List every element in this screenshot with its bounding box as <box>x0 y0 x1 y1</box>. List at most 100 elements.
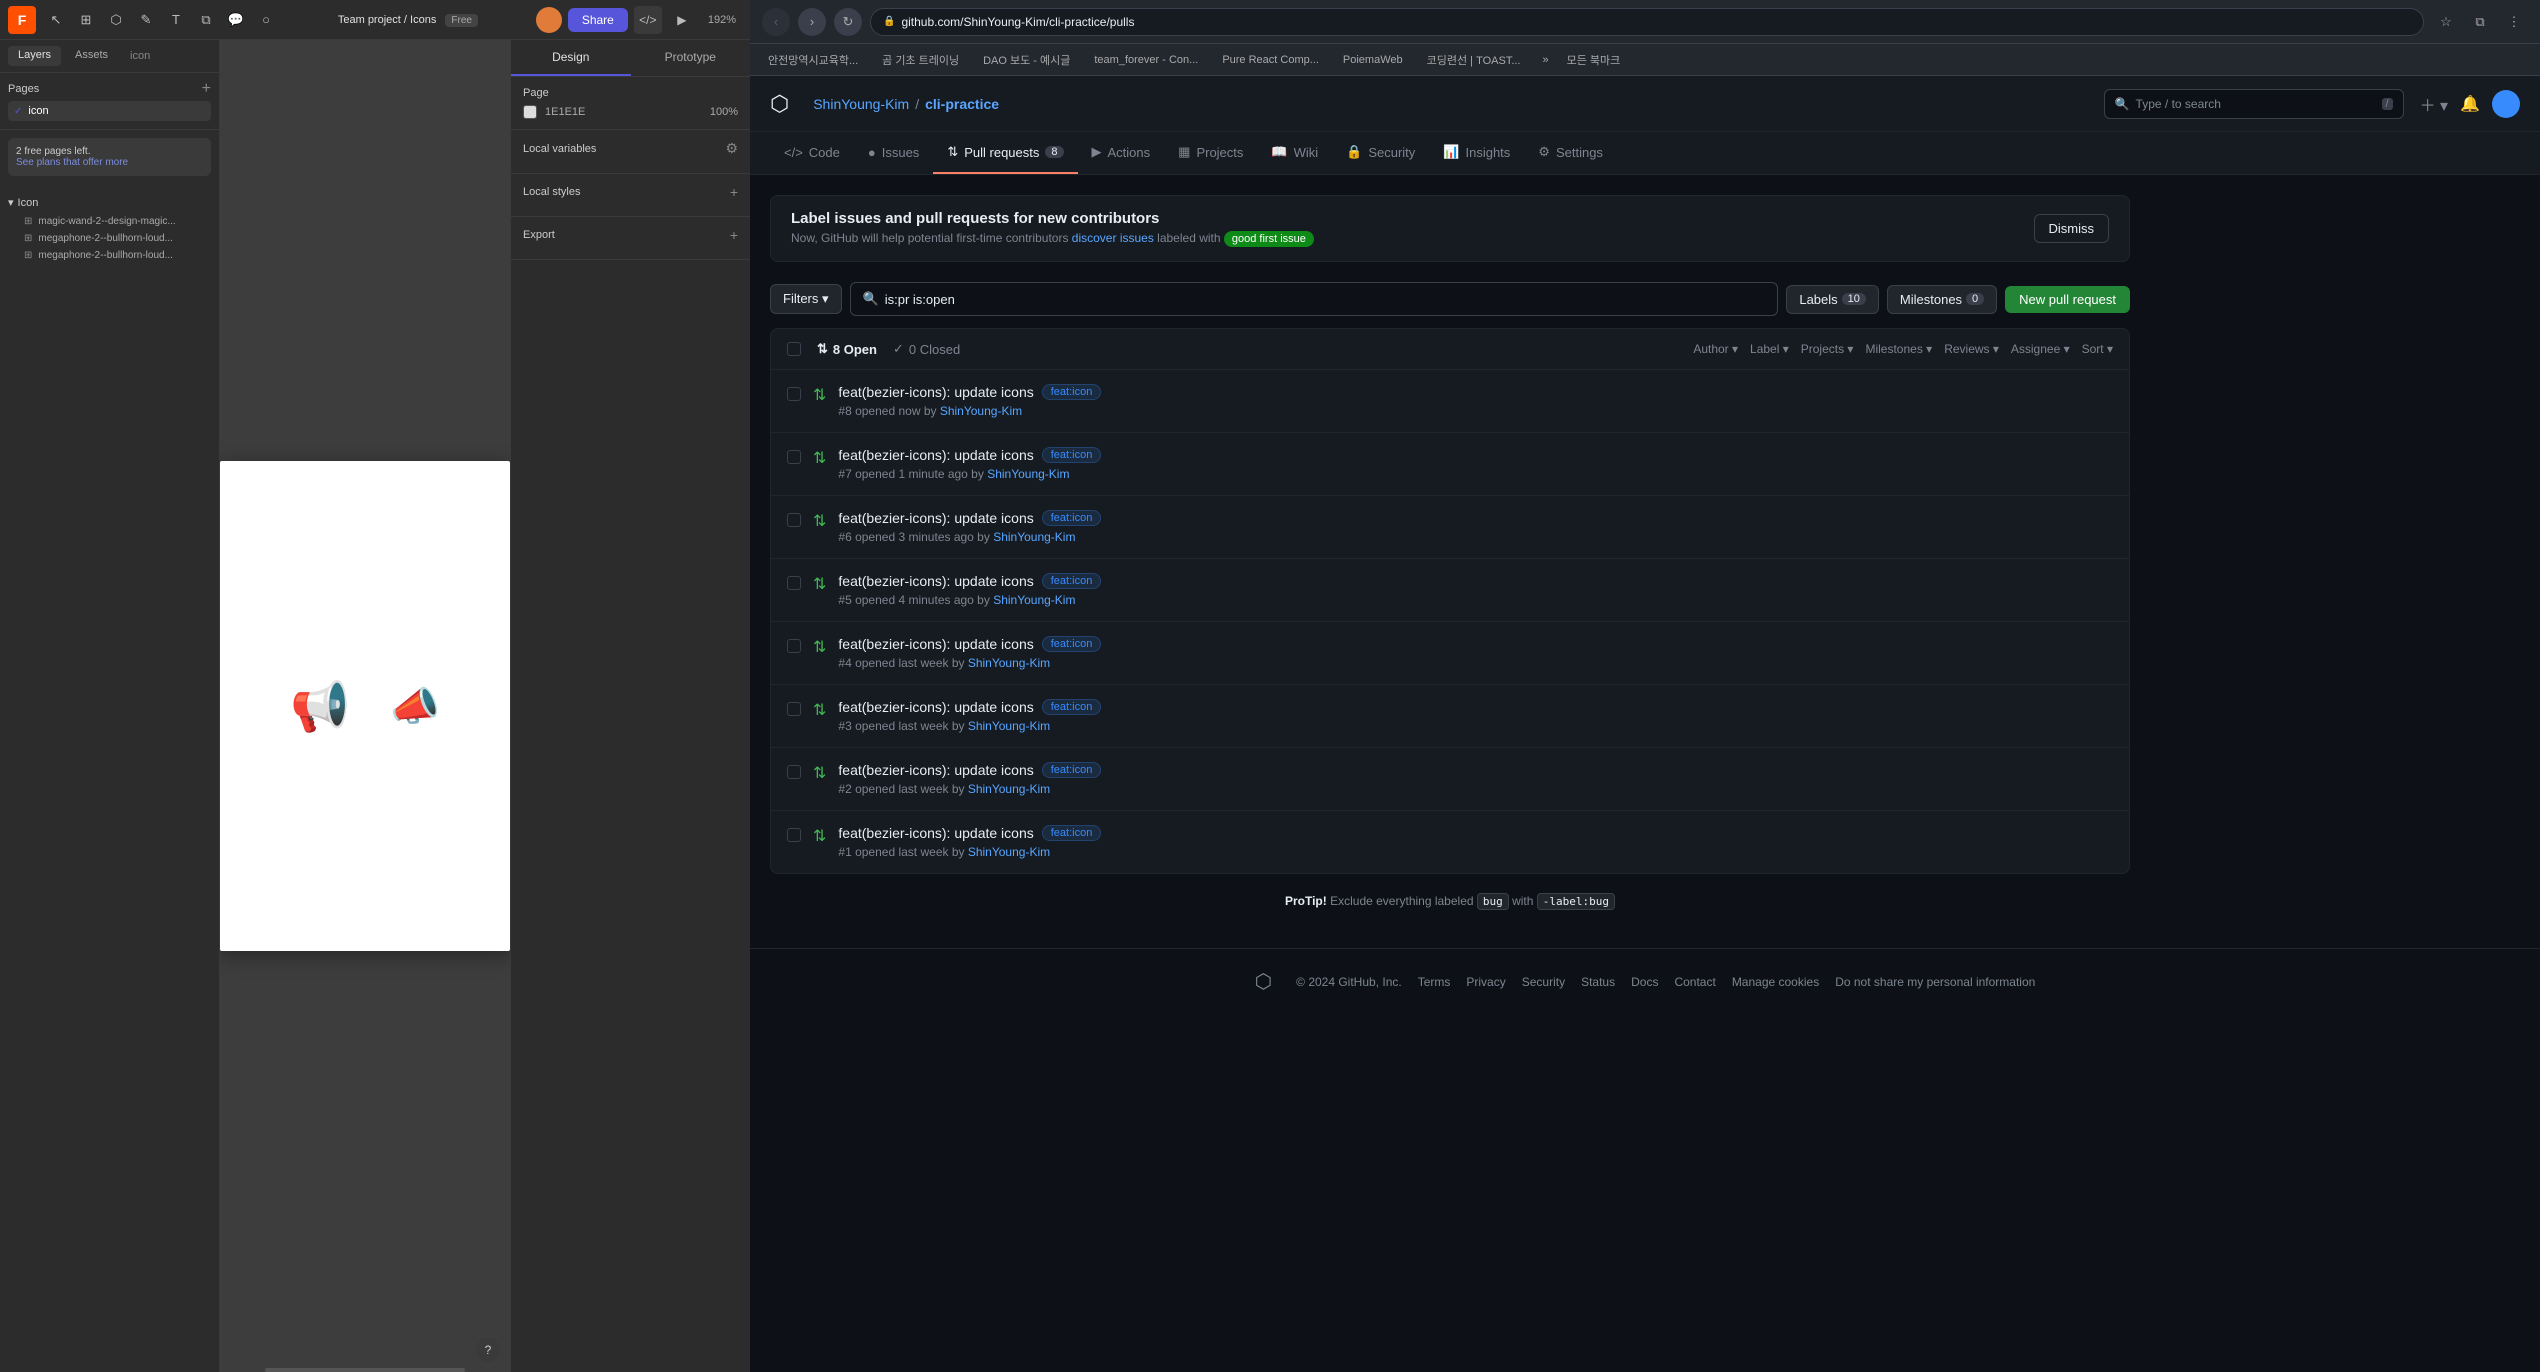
extensions-button[interactable]: ⧉ <box>2466 8 2494 36</box>
tab-prototype[interactable]: Prototype <box>631 40 751 76</box>
bookmark-button[interactable]: ☆ <box>2432 8 2460 36</box>
pr-item-7[interactable]: ⇅ feat(bezier-icons): update icons feat:… <box>771 433 2129 496</box>
pr-author-2[interactable]: ShinYoung-Kim <box>968 782 1050 796</box>
sort-sort[interactable]: Sort ▾ <box>2082 342 2113 356</box>
share-button[interactable]: Share <box>568 8 628 32</box>
tab-layers[interactable]: Layers <box>8 46 61 66</box>
tab-design[interactable]: Design <box>511 40 631 76</box>
pr-tag-3[interactable]: feat:icon <box>1042 699 1102 715</box>
back-button[interactable]: ‹ <box>762 8 790 36</box>
pr-title-1[interactable]: feat(bezier-icons): update icons <box>838 825 1033 841</box>
pr-checkbox-6[interactable] <box>787 513 801 527</box>
pr-author-6[interactable]: ShinYoung-Kim <box>993 530 1075 544</box>
pr-checkbox-8[interactable] <box>787 387 801 401</box>
pr-tag-8[interactable]: feat:icon <box>1042 384 1102 400</box>
bookmark-all[interactable]: 모든 북마크 <box>1561 50 1627 70</box>
ellipse-tool[interactable]: ○ <box>252 6 280 34</box>
footer-link-privacy-data[interactable]: Do not share my personal information <box>1835 975 2035 989</box>
figma-canvas[interactable]: 📢 📣 ? <box>220 40 510 1372</box>
tab-code[interactable]: </> Code <box>770 132 854 174</box>
bookmark-1[interactable]: 곰 기초 트레이닝 <box>876 50 965 70</box>
repo-name[interactable]: cli-practice <box>925 96 999 112</box>
github-avatar[interactable] <box>2492 90 2520 118</box>
local-variables-action[interactable]: ⚙ <box>725 140 738 157</box>
browser-url-bar[interactable]: 🔒 github.com/ShinYoung-Kim/cli-practice/… <box>870 8 2424 36</box>
pr-author-7[interactable]: ShinYoung-Kim <box>987 467 1069 481</box>
pr-checkbox-3[interactable] <box>787 702 801 716</box>
reload-button[interactable]: ↻ <box>834 8 862 36</box>
play-button[interactable]: ▶ <box>668 6 696 34</box>
pr-title-6[interactable]: feat(bezier-icons): update icons <box>838 510 1033 526</box>
tab-projects[interactable]: ▦ Projects <box>1164 132 1257 174</box>
pr-title-5[interactable]: feat(bezier-icons): update icons <box>838 573 1033 589</box>
bookmark-5[interactable]: PoiemaWeb <box>1337 52 1409 68</box>
bookmark-6[interactable]: 코딩련선 | TOAST... <box>1421 50 1527 70</box>
pr-author-8[interactable]: ShinYoung-Kim <box>940 404 1022 418</box>
sort-label[interactable]: Label ▾ <box>1750 342 1789 356</box>
sort-reviews[interactable]: Reviews ▾ <box>1944 342 1999 356</box>
pr-title-2[interactable]: feat(bezier-icons): update icons <box>838 762 1033 778</box>
tab-insights[interactable]: 📊 Insights <box>1429 132 1524 174</box>
pen-tool[interactable]: ✎ <box>132 6 160 34</box>
bookmark-0[interactable]: 안전망역시교육학... <box>762 50 864 70</box>
add-local-style-button[interactable]: + <box>730 184 738 200</box>
protip-code-link[interactable]: -label:bug <box>1537 894 1615 908</box>
pr-item-3[interactable]: ⇅ feat(bezier-icons): update icons feat:… <box>771 685 2129 748</box>
sort-assignee[interactable]: Assignee ▾ <box>2011 342 2070 356</box>
frame-tool[interactable]: ⊞ <box>72 6 100 34</box>
plus-icon[interactable]: ＋ ▾ <box>2420 92 2448 116</box>
pr-title-7[interactable]: feat(bezier-icons): update icons <box>838 447 1033 463</box>
pr-item-1[interactable]: ⇅ feat(bezier-icons): update icons feat:… <box>771 811 2129 873</box>
user-avatar[interactable] <box>536 7 562 33</box>
transform-tool[interactable]: ⬡ <box>102 6 130 34</box>
add-export-button[interactable]: + <box>730 227 738 243</box>
select-all-checkbox[interactable] <box>787 342 801 356</box>
pr-author-3[interactable]: ShinYoung-Kim <box>968 719 1050 733</box>
tab-pull-requests[interactable]: ⇅ Pull requests 8 <box>933 132 1077 174</box>
closed-prs-count[interactable]: ✓ 0 Closed <box>893 341 960 357</box>
footer-link-security[interactable]: Security <box>1522 975 1565 989</box>
footer-link-contact[interactable]: Contact <box>1674 975 1715 989</box>
figma-logo[interactable]: F <box>8 6 36 34</box>
hand-tool[interactable]: ⧉ <box>192 6 220 34</box>
footer-link-terms[interactable]: Terms <box>1418 975 1451 989</box>
sort-milestones[interactable]: Milestones ▾ <box>1865 342 1932 356</box>
filter-button[interactable]: Filters ▾ <box>770 284 842 314</box>
pr-tag-4[interactable]: feat:icon <box>1042 636 1102 652</box>
footer-link-cookies[interactable]: Manage cookies <box>1732 975 1819 989</box>
layer-item-2[interactable]: ⊞ megaphone-2--bullhorn-loud... <box>8 247 211 264</box>
repo-owner[interactable]: ShinYoung-Kim <box>813 96 909 112</box>
pr-item-2[interactable]: ⇅ feat(bezier-icons): update icons feat:… <box>771 748 2129 811</box>
pr-checkbox-2[interactable] <box>787 765 801 779</box>
forward-button[interactable]: › <box>798 8 826 36</box>
pr-author-4[interactable]: ShinYoung-Kim <box>968 656 1050 670</box>
new-pull-request-button[interactable]: New pull request <box>2005 286 2130 313</box>
pr-item-4[interactable]: ⇅ feat(bezier-icons): update icons feat:… <box>771 622 2129 685</box>
open-prs-count[interactable]: ⇅ 8 Open <box>817 341 877 357</box>
pr-item-8[interactable]: ⇅ feat(bezier-icons): update icons feat:… <box>771 370 2129 433</box>
notification-button[interactable]: 🔔 <box>2460 94 2480 114</box>
tab-issues[interactable]: ● Issues <box>854 132 933 174</box>
pr-checkbox-4[interactable] <box>787 639 801 653</box>
comment-tool[interactable]: 💬 <box>222 6 250 34</box>
pr-author-5[interactable]: ShinYoung-Kim <box>993 593 1075 607</box>
pr-author-1[interactable]: ShinYoung-Kim <box>968 845 1050 859</box>
pr-title-8[interactable]: feat(bezier-icons): update icons <box>838 384 1033 400</box>
layer-item-1[interactable]: ⊞ megaphone-2--bullhorn-loud... <box>8 230 211 247</box>
page-item-icon[interactable]: ✓ icon <box>8 101 211 121</box>
tab-assets[interactable]: Assets <box>65 46 118 66</box>
pr-title-3[interactable]: feat(bezier-icons): update icons <box>838 699 1033 715</box>
layer-group-icon[interactable]: ▾ Icon <box>8 192 211 213</box>
menu-button[interactable]: ⋮ <box>2500 8 2528 36</box>
labels-button[interactable]: Labels 10 <box>1786 285 1879 314</box>
footer-link-status[interactable]: Status <box>1581 975 1615 989</box>
pr-title-4[interactable]: feat(bezier-icons): update icons <box>838 636 1033 652</box>
code-button[interactable]: </> <box>634 6 662 34</box>
text-tool[interactable]: T <box>162 6 190 34</box>
tab-wiki[interactable]: 📖 Wiki <box>1257 132 1332 174</box>
tab-actions[interactable]: ▶ Actions <box>1078 132 1165 174</box>
github-search[interactable]: 🔍 Type / to search / <box>2104 89 2404 119</box>
sort-author[interactable]: Author ▾ <box>1693 342 1738 356</box>
pr-checkbox-1[interactable] <box>787 828 801 842</box>
dismiss-button[interactable]: Dismiss <box>2034 214 2110 243</box>
